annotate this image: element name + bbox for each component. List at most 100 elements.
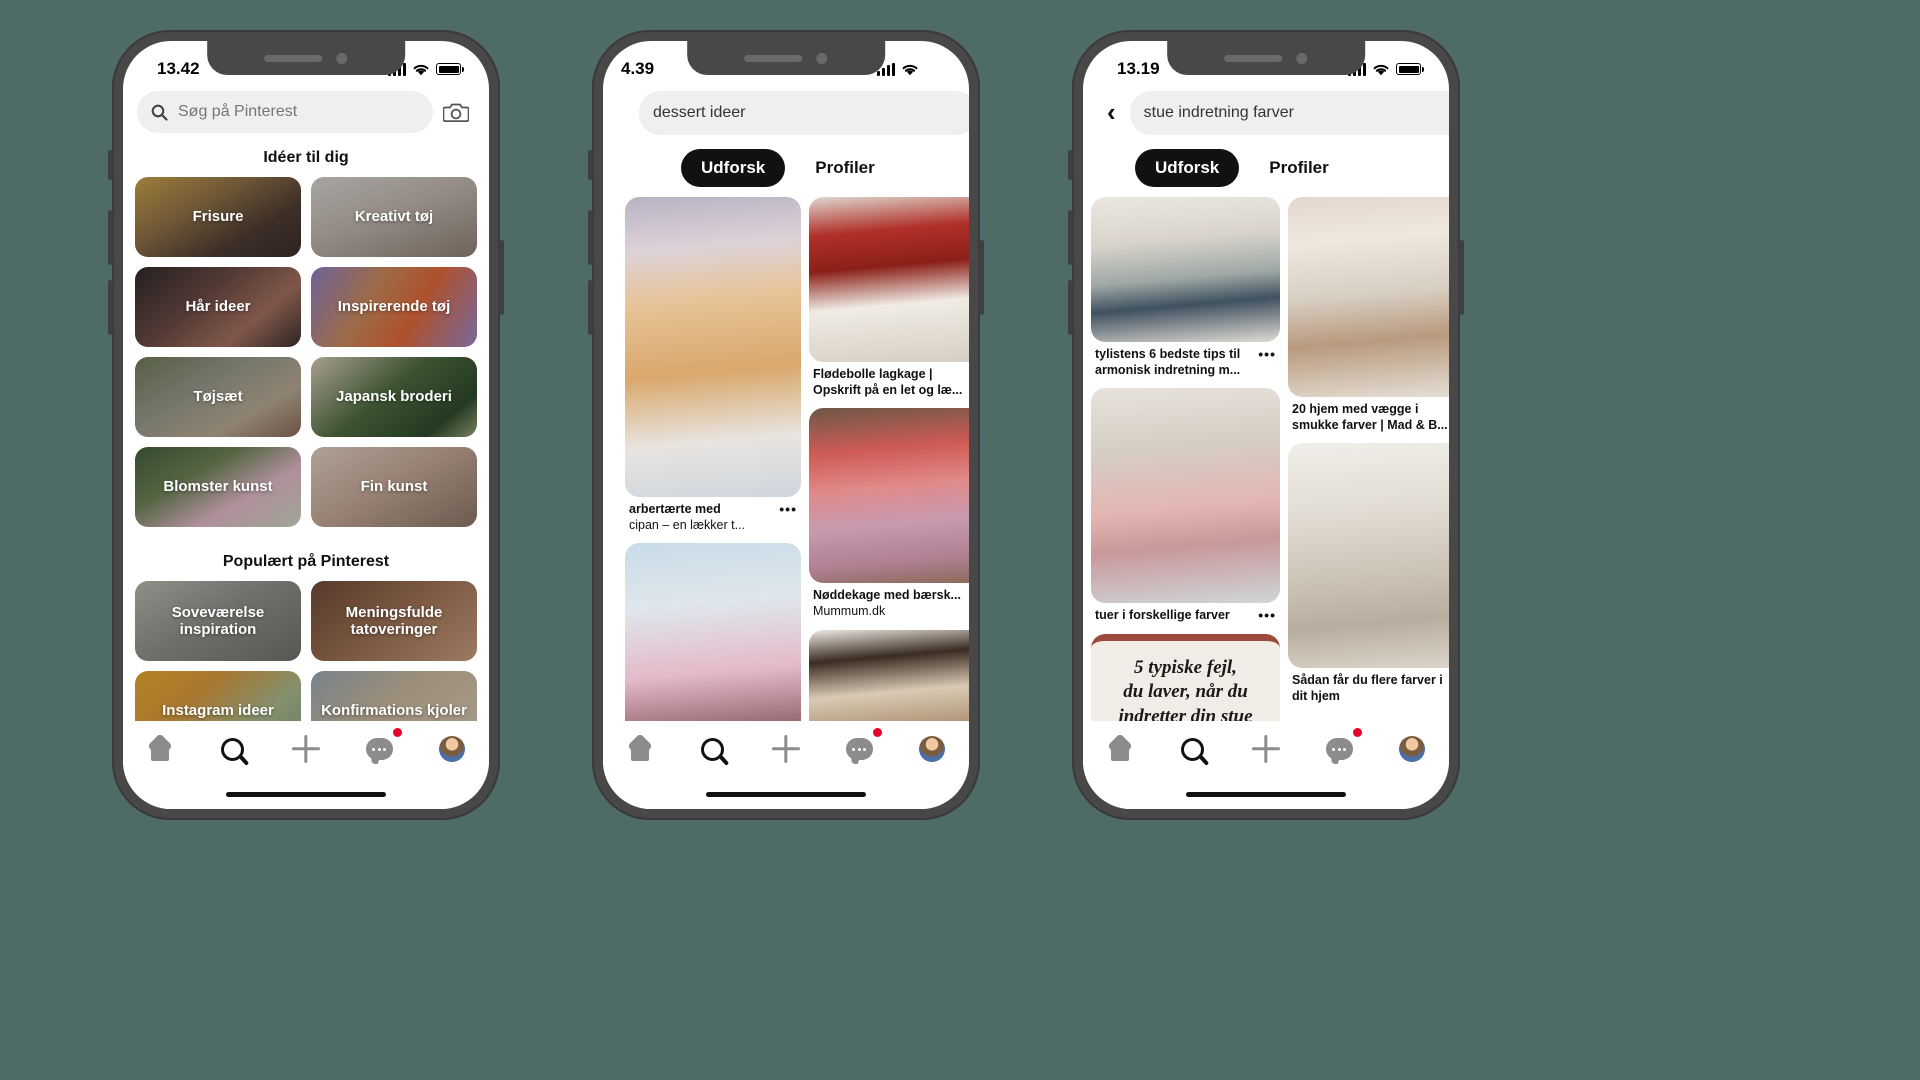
tile-label: Kreativt tøj <box>354 208 434 226</box>
nav-profile-button[interactable] <box>910 729 954 769</box>
tile-instagram-ideer[interactable]: Instagram ideer <box>135 671 301 721</box>
search-input[interactable]: Søg på Pinterest <box>137 91 433 133</box>
search-query-text: stue indretning farver <box>1143 104 1294 121</box>
home-indicator[interactable] <box>226 792 386 797</box>
wifi-icon <box>413 64 429 75</box>
tab-udforsk[interactable]: Udforsk <box>681 149 786 187</box>
front-camera <box>1296 52 1308 64</box>
tile-japansk-broderi[interactable]: Japansk broderi <box>311 357 477 437</box>
phone-3-scroll-area[interactable]: ‹ stue indretning farver Udforsk Profile… <box>1091 41 1449 721</box>
pin-overflow-icon[interactable]: ••• <box>1258 608 1276 622</box>
pin-card[interactable]: 5 typiske fejl, du laver, når du indrett… <box>1091 633 1280 721</box>
tile-label: Japansk broderi <box>336 388 452 406</box>
chat-bubble-icon <box>1325 738 1353 760</box>
pin-card[interactable] <box>625 543 801 721</box>
pin-column-left: arbertærte med cipan – en lækker t... ••… <box>625 197 801 721</box>
pin-card[interactable]: Sådan får du flere farver i dit hjem •• <box>1288 443 1449 704</box>
nav-updates-button[interactable] <box>837 728 883 769</box>
home-indicator[interactable] <box>1186 792 1346 797</box>
power-button[interactable] <box>1459 240 1464 315</box>
pin-card[interactable]: arbertærte med cipan – en lækker t... ••… <box>625 197 801 533</box>
phone-2-scroll-area[interactable]: dessert ideer Udforsk Profiler arbertært… <box>625 41 969 721</box>
pin-card[interactable]: Nøddekage med bærsk... Mummum.dk <box>809 408 969 619</box>
nav-home-button[interactable] <box>1098 729 1142 769</box>
nav-updates-button[interactable] <box>357 728 403 769</box>
pin-column-left: tylistens 6 bedste tips til armonisk ind… <box>1091 197 1280 721</box>
tile-fin-kunst[interactable]: Fin kunst <box>311 447 477 527</box>
tab-udforsk[interactable]: Udforsk <box>1135 149 1240 187</box>
tile-meningsfulde-tatoveringer[interactable]: Meningsfulde tatoveringer <box>311 581 477 661</box>
home-icon <box>626 733 653 761</box>
overlay-text-line-2: du laver, når du <box>1123 681 1248 703</box>
nav-search-button[interactable] <box>211 729 255 769</box>
notification-badge <box>393 728 403 737</box>
home-indicator[interactable] <box>706 792 866 797</box>
home-icon <box>146 733 173 761</box>
search-input[interactable]: dessert ideer <box>639 91 969 135</box>
nav-create-button[interactable] <box>764 729 808 769</box>
tile-label: Fin kunst <box>360 478 428 496</box>
power-button[interactable] <box>979 240 984 315</box>
search-input[interactable]: stue indretning farver <box>1129 91 1449 135</box>
nav-home-button[interactable] <box>138 729 182 769</box>
volume-up-button[interactable] <box>588 210 593 265</box>
nav-search-button[interactable] <box>1171 729 1215 769</box>
pin-overflow-icon[interactable]: ••• <box>1258 347 1276 361</box>
nav-home-button[interactable] <box>618 729 662 769</box>
pin-card[interactable]: tylistens 6 bedste tips til armonisk ind… <box>1091 197 1280 378</box>
nav-create-button[interactable] <box>284 729 328 769</box>
mute-switch[interactable] <box>1068 150 1073 180</box>
phone-2-frame: 4.39 dessert ideer Udforsk Profiler arbe… <box>588 30 984 820</box>
phone-3-frame: 13.19 ‹ stue indretning farver Udforsk P… <box>1068 30 1464 820</box>
pin-image <box>1288 197 1449 397</box>
volume-down-button[interactable] <box>588 280 593 335</box>
pin-card[interactable]: tuer i forskellige farver ••• <box>1091 388 1280 624</box>
tile-label: Soveværelse inspiration <box>171 603 265 638</box>
back-chevron-icon[interactable]: ‹ <box>1105 99 1120 128</box>
mute-switch[interactable] <box>108 150 113 180</box>
volume-down-button[interactable] <box>1068 280 1073 335</box>
mute-switch[interactable] <box>588 150 593 180</box>
pin-image <box>809 197 969 362</box>
plus-icon <box>292 735 320 763</box>
tile-frisure[interactable]: Frisure <box>135 177 301 257</box>
nav-create-button[interactable] <box>1244 729 1288 769</box>
speaker-grille <box>744 54 803 62</box>
pin-image <box>1288 443 1449 669</box>
tab-profiler[interactable]: Profiler <box>1249 149 1349 187</box>
volume-down-button[interactable] <box>108 280 113 335</box>
phone-1-frame: 13.42 Søg på Pinterest Idéer til dig Fri… <box>108 30 504 820</box>
pin-image <box>809 408 969 584</box>
tile-sovevaerelse-inspiration[interactable]: Soveværelse inspiration <box>135 581 301 661</box>
nav-profile-button[interactable] <box>1390 729 1434 769</box>
camera-icon[interactable] <box>443 101 469 123</box>
tile-inspirerende-toj[interactable]: Inspirerende tøj <box>311 267 477 347</box>
tile-har-ideer[interactable]: Hår ideer <box>135 267 301 347</box>
tile-konfirmations-kjoler[interactable]: Konfirmations kjoler <box>311 671 477 721</box>
nav-updates-button[interactable] <box>1317 728 1363 769</box>
nav-search-button[interactable] <box>691 729 735 769</box>
wifi-icon <box>1373 64 1389 75</box>
search-icon <box>151 104 168 121</box>
phone-1-scroll-area[interactable]: Søg på Pinterest Idéer til dig Frisure K… <box>123 41 489 721</box>
pin-caption: tylistens 6 bedste tips til armonisk ind… <box>1091 342 1280 378</box>
pin-card[interactable] <box>809 629 969 721</box>
result-tabs-2: Udforsk Profiler <box>625 135 969 197</box>
chat-bubble-icon <box>845 738 873 760</box>
volume-up-button[interactable] <box>1068 210 1073 265</box>
search-placeholder-text: Søg på Pinterest <box>178 103 298 120</box>
tab-profiler[interactable]: Profiler <box>795 149 895 187</box>
power-button[interactable] <box>499 240 504 315</box>
nav-profile-button[interactable] <box>430 729 474 769</box>
tile-tojsaet[interactable]: Tøjsæt <box>135 357 301 437</box>
tile-kreativt-toj[interactable]: Kreativt tøj <box>311 177 477 257</box>
overlay-text-line-3: indretter din stue <box>1118 705 1253 721</box>
pin-image <box>1091 197 1280 342</box>
tile-blomster-kunst[interactable]: Blomster kunst <box>135 447 301 527</box>
pin-card[interactable]: Flødebolle lagkage | Opskrift på en let … <box>809 197 969 398</box>
pin-overflow-icon[interactable]: ••• <box>779 502 797 516</box>
pin-card[interactable]: 20 hjem med vægge i smukke farver | Mad … <box>1288 197 1449 433</box>
result-tabs-3: Udforsk Profiler <box>1091 135 1449 197</box>
pin-title: tuer i forskellige farver <box>1095 608 1230 623</box>
volume-up-button[interactable] <box>108 210 113 265</box>
